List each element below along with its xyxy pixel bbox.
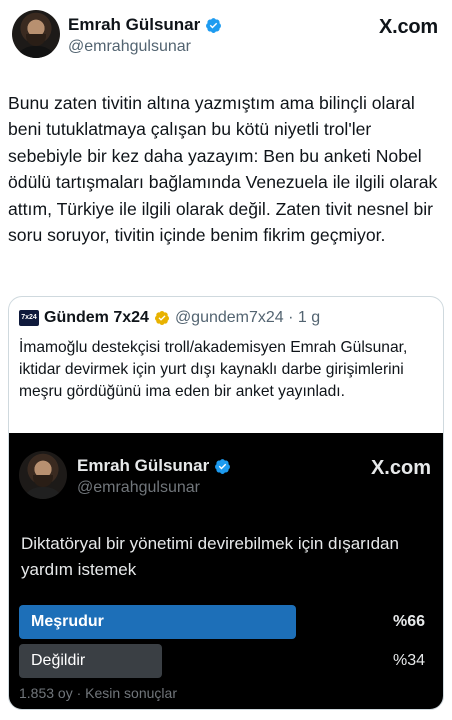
- author-avatar[interactable]: [12, 10, 60, 58]
- poll-author-avatar: [19, 451, 67, 499]
- poll-option-1-label: Meşrudur: [31, 613, 104, 630]
- quoted-tweet-text: İmamoğlu destekçisi troll/akademisyen Em…: [19, 339, 408, 401]
- verified-badge-icon: [206, 17, 222, 33]
- quoted-tweet-card[interactable]: 7x24 Gündem 7x24 @gundem7x24 · 1 g İmamo…: [8, 296, 444, 710]
- quoted-author-name[interactable]: Gündem 7x24: [44, 309, 149, 327]
- poll-author-name-row: Emrah Gülsunar: [77, 456, 231, 476]
- poll-option-1: Meşrudur %66: [19, 605, 433, 639]
- quoted-tweet-header: 7x24 Gündem 7x24 @gundem7x24 · 1 g: [19, 309, 320, 327]
- gundem-logo-icon: 7x24: [19, 310, 39, 326]
- gold-verified-badge-icon: [154, 311, 169, 325]
- poll-question: Diktatöryal bir yönetimi devirebilmek iç…: [21, 534, 399, 579]
- x-brand-logo: X.com: [370, 457, 431, 479]
- poll-options: Meşrudur %66 Değildir %34: [19, 605, 433, 683]
- poll-option-2: Değildir %34: [19, 644, 433, 678]
- poll-option-1-percent: %66: [392, 613, 425, 630]
- tweet-header: Emrah Gülsunar @emrahgulsunar X.com: [8, 8, 444, 64]
- author-name-row: Emrah Gülsunar: [68, 15, 222, 35]
- tweet-text: Bunu zaten tivitin altına yazmıştım ama …: [8, 93, 438, 246]
- author-name[interactable]: Emrah Gülsunar: [68, 15, 200, 35]
- verified-badge-icon: [215, 458, 231, 474]
- poll-author-handle: @emrahgulsunar: [77, 479, 200, 496]
- poll-option-2-label: Değildir: [31, 652, 86, 669]
- poll-meta: 1.853 oy · Kesin sonuçlar: [19, 685, 177, 701]
- embedded-poll-screenshot[interactable]: Emrah Gülsunar @emrahgulsunar X.com Dikt…: [9, 433, 443, 709]
- quoted-handle-time[interactable]: @gundem7x24 · 1 g: [175, 309, 320, 327]
- x-brand-logo: X.com: [378, 16, 438, 38]
- poll-option-2-percent: %34: [392, 652, 425, 669]
- poll-author-name: Emrah Gülsunar: [77, 456, 210, 475]
- author-handle[interactable]: @emrahgulsunar: [68, 38, 191, 56]
